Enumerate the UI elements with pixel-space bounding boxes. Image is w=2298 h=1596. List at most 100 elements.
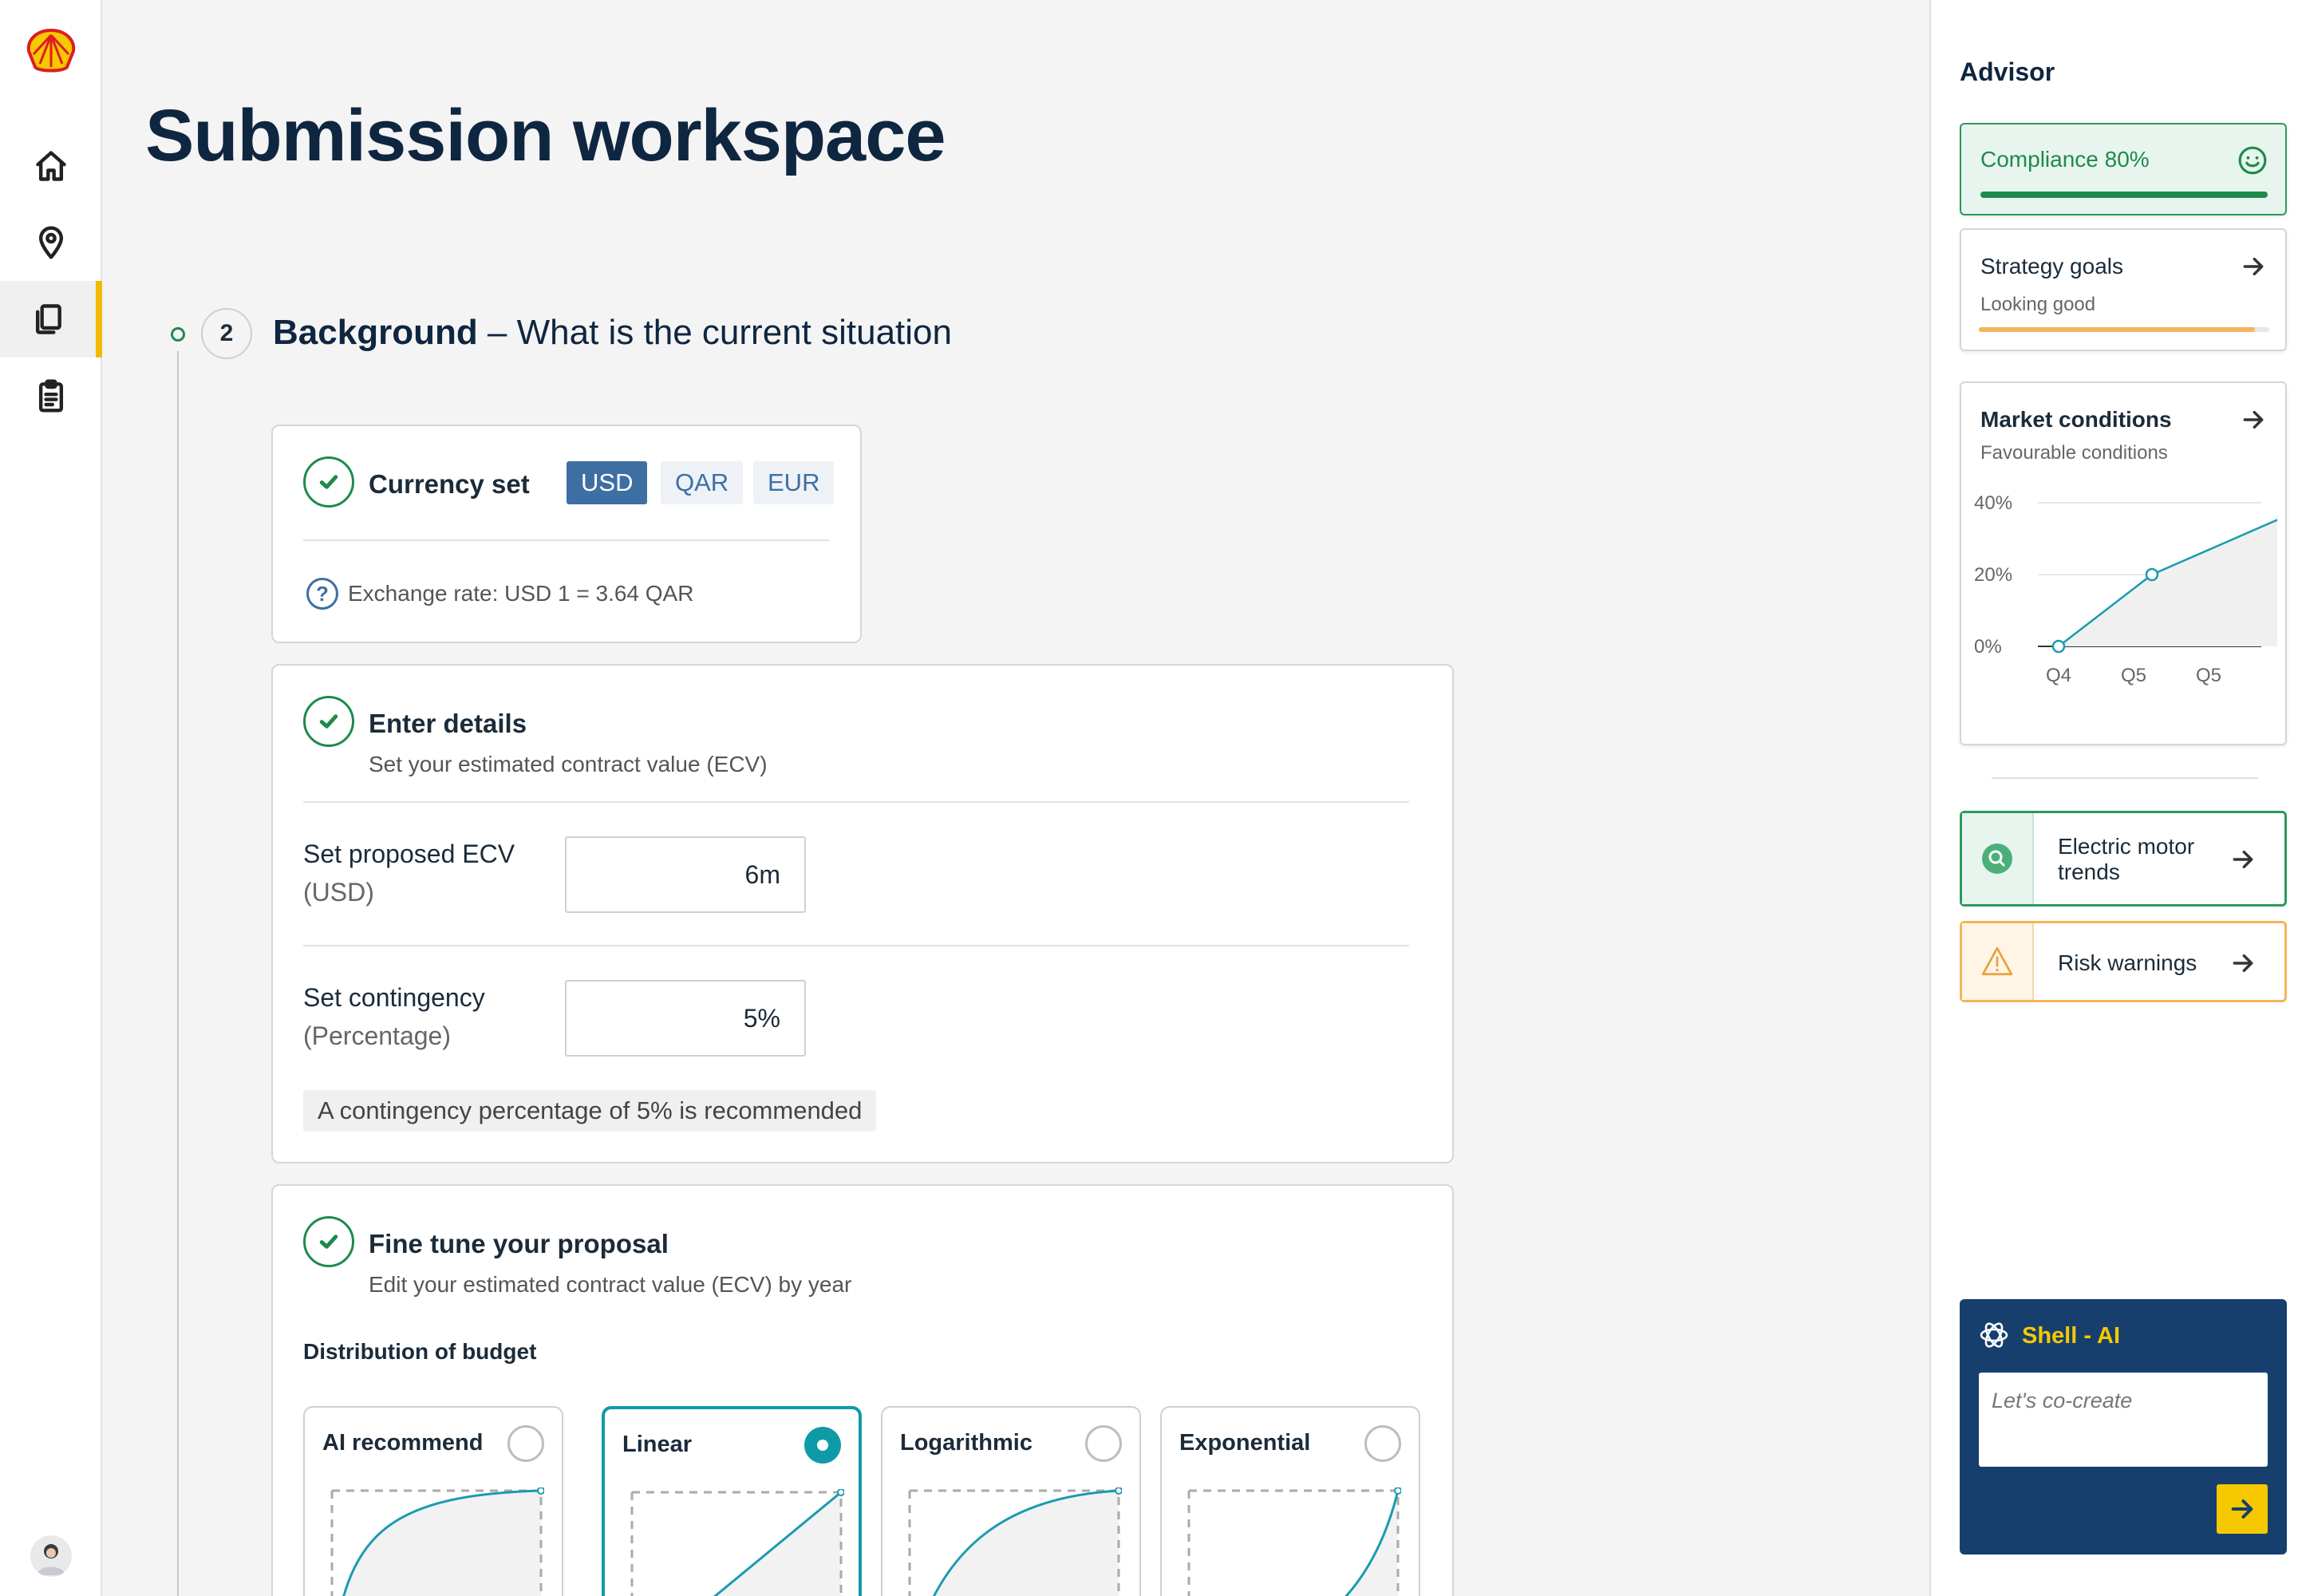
step-title-rest: – What is the current situation (477, 313, 952, 352)
data-point (2051, 639, 2066, 654)
ai-prompt-input[interactable]: Let's co-create (1979, 1373, 2268, 1467)
shell-logo-icon[interactable] (24, 27, 78, 75)
location-pin-icon (38, 226, 64, 259)
linear-curve-icon (630, 1489, 844, 1596)
x-tick-label: Q5 (2121, 665, 2146, 686)
ai-sparkle-icon (1980, 1322, 2008, 1348)
details-title: Enter details (369, 709, 527, 738)
radio-button[interactable] (1364, 1425, 1401, 1462)
market-status: Favourable conditions (1980, 442, 2168, 464)
exponential-curve-icon (1187, 1487, 1401, 1596)
main-content: Submission workspace 2 Background – What… (104, 0, 1929, 1596)
option-label: Exponential (1179, 1430, 1311, 1456)
check-circle-icon (303, 1216, 354, 1267)
compliance-card[interactable]: Compliance 80% (1960, 123, 2287, 215)
send-button[interactable] (2217, 1484, 2268, 1534)
nav-home[interactable] (0, 128, 102, 204)
help-icon[interactable]: ? (306, 578, 338, 610)
fine-tune-card: Fine tune your proposal Edit your estima… (271, 1184, 1454, 1596)
insight-risk-warnings[interactable]: Risk warnings (1960, 921, 2287, 1002)
x-tick-label: Q5 (2196, 665, 2221, 686)
contingency-unit: (Percentage) (303, 1021, 451, 1050)
nav-location[interactable] (0, 204, 102, 281)
ai-assistant-panel: Shell - AI Let's co-create (1960, 1299, 2287, 1555)
radio-button[interactable] (1085, 1425, 1122, 1462)
currency-usd-button[interactable]: USD (567, 461, 648, 504)
ecv-unit: (USD) (303, 878, 374, 907)
arrow-right-icon (2233, 850, 2253, 869)
ecv-input[interactable]: 6m (565, 836, 806, 913)
fine-tune-subtitle: Edit your estimated contract value (ECV)… (369, 1272, 852, 1297)
market-line-chart: 0% 20% 40% Q4 Q5 Q5 (1974, 492, 2277, 686)
radio-button[interactable] (507, 1425, 544, 1462)
advisor-panel: Advisor Compliance 80% Strategy goals Lo… (1929, 0, 2298, 1596)
check-circle-icon (303, 456, 354, 508)
y-tick-label: 20% (1974, 564, 2012, 586)
logarithmic-curve-icon (908, 1487, 1122, 1596)
data-point (2145, 567, 2159, 582)
nav-documents[interactable] (0, 281, 102, 358)
strategy-goals-title: Strategy goals (1980, 254, 2123, 279)
divider (1992, 777, 2258, 779)
divider (303, 801, 1409, 803)
home-icon (36, 151, 66, 181)
arrow-right-icon (2243, 410, 2264, 429)
currency-card: Currency set USD QAR EUR ? Exchange rate… (271, 425, 862, 643)
radio-button-selected[interactable] (804, 1427, 841, 1464)
step-connector-line (177, 351, 179, 1596)
market-title: Market conditions (1980, 407, 2172, 432)
clipboard-icon (38, 379, 64, 413)
ecv-label: Set proposed ECV (USD) (303, 835, 515, 911)
insight-label: Risk warnings (2058, 950, 2197, 975)
exchange-rate-text: Exchange rate: USD 1 = 3.64 QAR (348, 581, 694, 606)
currency-title: Currency set (369, 469, 530, 499)
insight-electric-motor-trends[interactable]: Electric motor trends (1960, 811, 2287, 907)
contingency-hint: A contingency percentage of 5% is recomm… (303, 1090, 877, 1132)
step-indicator-dot (171, 327, 185, 342)
divider (303, 539, 830, 541)
step-number: 2 (201, 308, 252, 359)
ecv-label-text: Set proposed ECV (303, 839, 515, 868)
divider (303, 945, 1409, 946)
option-ai-recommend[interactable]: AI recommend (303, 1406, 563, 1596)
currency-eur-button[interactable]: EUR (753, 461, 835, 504)
y-tick-label: 0% (1974, 636, 2002, 658)
search-icon (1962, 813, 2034, 904)
contingency-label: Set contingency (Percentage) (303, 978, 485, 1055)
avatar[interactable] (30, 1535, 72, 1577)
copy-documents-icon (35, 304, 61, 334)
strategy-goals-status: Looking good (1980, 294, 2096, 315)
series-area (2059, 519, 2277, 646)
step-title: Background – What is the current situati… (273, 313, 952, 353)
x-tick-label: Q4 (2046, 665, 2071, 686)
details-subtitle: Set your estimated contract value (ECV) (369, 752, 768, 776)
details-card: Enter details Set your estimated contrac… (271, 664, 1454, 1163)
contingency-input[interactable]: 5% (565, 980, 806, 1057)
arrow-right-icon (2231, 1499, 2253, 1519)
nav-rail (0, 0, 102, 1596)
smiley-icon (2238, 146, 2267, 175)
y-tick-label: 40% (1974, 492, 2012, 514)
insight-label: Electric motor trends (2058, 834, 2195, 884)
distribution-label: Distribution of budget (303, 1339, 537, 1364)
page-title: Submission workspace (145, 95, 946, 176)
option-exponential[interactable]: Exponential (1160, 1406, 1420, 1596)
option-label: Linear (622, 1432, 693, 1457)
warning-icon (1962, 923, 2034, 1000)
ai-recommend-curve-icon (330, 1487, 544, 1596)
market-conditions-card[interactable]: Market conditions Favourable conditions … (1960, 381, 2287, 745)
compliance-label: Compliance 80% (1980, 147, 2150, 172)
nav-clipboard[interactable] (0, 358, 102, 434)
strategy-progress-bar (1979, 327, 2255, 332)
arrow-right-icon (2233, 954, 2253, 973)
option-label: Logarithmic (900, 1430, 1033, 1456)
option-logarithmic[interactable]: Logarithmic (881, 1406, 1141, 1596)
check-circle-icon (303, 696, 354, 747)
strategy-goals-card[interactable]: Strategy goals Looking good (1960, 228, 2287, 351)
step-title-bold: Background (273, 313, 478, 352)
advisor-title: Advisor (1960, 57, 2055, 86)
currency-qar-button[interactable]: QAR (661, 461, 744, 504)
compliance-progress-bar (1980, 192, 2268, 198)
ai-title: Shell - AI (2022, 1323, 2120, 1349)
option-linear[interactable]: Linear (602, 1406, 862, 1596)
